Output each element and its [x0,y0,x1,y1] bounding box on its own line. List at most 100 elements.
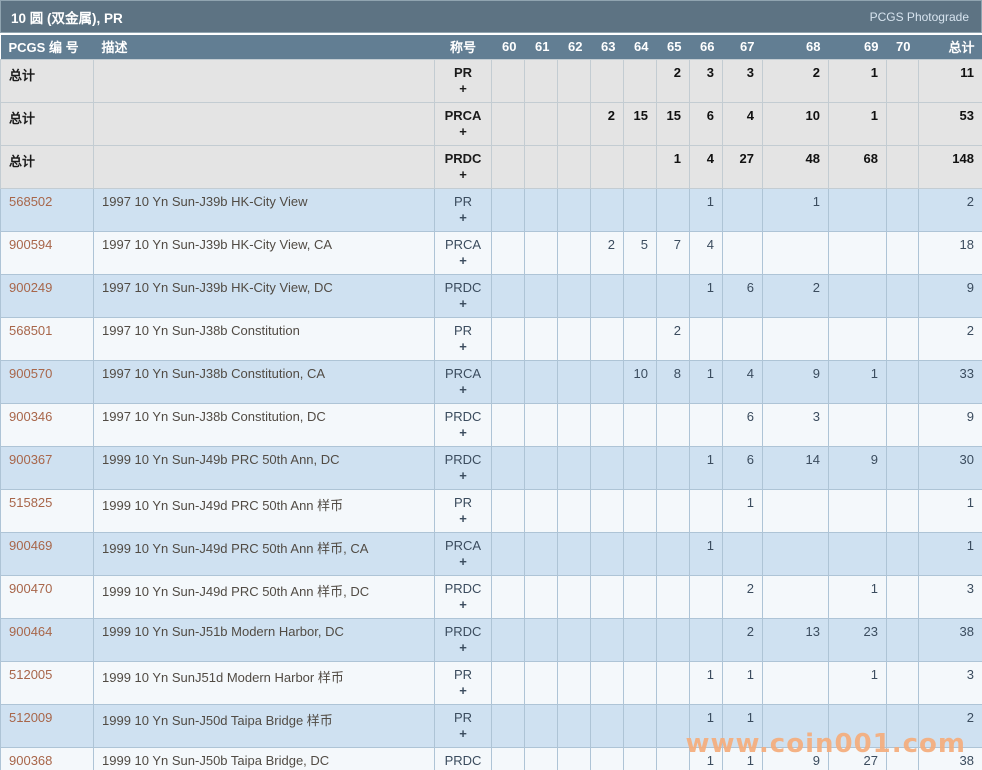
grade-cell-70 [887,747,919,770]
grade-cell-66 [690,317,723,360]
designation-label: PR [443,194,483,210]
pcgs-number-link[interactable]: 900470 [9,581,52,596]
grade-cell-66: 1 [690,274,723,317]
grade-cell-66: 1 [690,661,723,704]
grade-cell-70 [887,532,919,575]
title-bar: 10 圆 (双金属), PR PCGS Photograde [0,0,982,33]
grade-cell-65 [657,188,690,231]
description-cell: 1999 10 Yn Sun-J51b Modern Harbor, DC [94,618,435,661]
designation-label: PRCA [443,108,483,124]
grade-cell-64 [624,704,657,747]
row-total-cell: 1 [919,489,982,532]
designation-cell: PR+ [435,704,492,747]
table-row: 900346 1997 10 Yn Sun-J38b Constitution, … [1,403,982,446]
designation-label: PRCA [443,538,483,554]
grade-cell-65 [657,661,690,704]
pcgs-number-cell: 900464 [1,618,94,661]
grade-cell-66 [690,575,723,618]
grade-cell-70 [887,317,919,360]
pcgs-number-link[interactable]: 568502 [9,194,52,209]
grade-cell-69: 68 [829,145,887,188]
page-title: 10 圆 (双金属), PR [11,7,123,27]
designation-label: PRCA [443,237,483,253]
grade-cell-62 [558,231,591,274]
pcgs-number-link[interactable]: 900368 [9,753,52,768]
grade-cell-64 [624,59,657,102]
grade-cell-62 [558,575,591,618]
grade-cell-67: 4 [723,360,763,403]
description-cell: 1997 10 Yn Sun-J38b Constitution [94,317,435,360]
description-cell: 1997 10 Yn Sun-J38b Constitution, DC [94,403,435,446]
pcgs-number-cell: 568501 [1,317,94,360]
grade-cell-60 [492,618,525,661]
row-total-cell: 11 [919,59,982,102]
pcgs-number-link[interactable]: 515825 [9,495,52,510]
grade-cell-66: 1 [690,704,723,747]
grade-cell-61 [525,618,558,661]
designation-label: PR [443,323,483,339]
grade-cell-68: 13 [763,618,829,661]
grade-cell-67: 2 [723,575,763,618]
pcgs-number-link[interactable]: 900469 [9,538,52,553]
pcgs-number-cell: 515825 [1,489,94,532]
designation-label: PRCA [443,366,483,382]
pcgs-number-link[interactable]: 900464 [9,624,52,639]
designation-label: PRDC [443,581,483,597]
total-row: 总计PRDC+14274868148 [1,145,982,188]
grade-cell-63 [591,661,624,704]
grade-cell-70 [887,618,919,661]
grade-cell-61 [525,532,558,575]
column-header-65: 65 [657,35,690,59]
grade-cell-63 [591,274,624,317]
pcgs-number-link[interactable]: 900594 [9,237,52,252]
grade-cell-63 [591,403,624,446]
designation-plus: + [443,511,483,527]
designation-cell: PRDC+ [435,446,492,489]
grade-cell-64 [624,188,657,231]
grade-cell-61 [525,446,558,489]
total-label-cell: 总计 [1,145,94,188]
grade-cell-60 [492,704,525,747]
pcgs-number-link[interactable]: 512005 [9,667,52,682]
pcgs-number-link[interactable]: 568501 [9,323,52,338]
table-row: 9004701999 10 Yn Sun-J49d PRC 50th Ann 样… [1,575,982,618]
grade-cell-68: 9 [763,747,829,770]
pcgs-number-link[interactable]: 900367 [9,452,52,467]
grade-cell-66: 1 [690,446,723,489]
population-table: PCGS 编 号描述称号6061626364656667686970总计 总计P… [0,35,982,770]
grade-cell-62 [558,704,591,747]
grade-cell-60 [492,403,525,446]
pcgs-number-link[interactable]: 900249 [9,280,52,295]
designation-label: PRDC [443,409,483,425]
designation-label: PR [443,667,483,683]
row-total-cell: 18 [919,231,982,274]
designation-label: PRDC [443,280,483,296]
total-row: 总计PRCA+215156410153 [1,102,982,145]
designation-label: PRDC [443,151,483,167]
column-header-62: 62 [558,35,591,59]
column-header-63: 63 [591,35,624,59]
pcgs-number-link[interactable]: 512009 [9,710,52,725]
designation-cell: PRCA+ [435,102,492,145]
column-header-68: 68 [763,35,829,59]
row-total-cell: 53 [919,102,982,145]
grade-cell-66: 1 [690,360,723,403]
column-header-desc: 描述 [94,35,435,59]
photograde-link[interactable]: PCGS Photograde [870,10,969,24]
grade-cell-63 [591,532,624,575]
grade-cell-70 [887,231,919,274]
row-total-cell: 3 [919,575,982,618]
pcgs-number-link[interactable]: 900570 [9,366,52,381]
grade-cell-60 [492,188,525,231]
grade-cell-70 [887,188,919,231]
grade-cell-64 [624,747,657,770]
grade-cell-68: 48 [763,145,829,188]
description-cell: 1997 10 Yn Sun-J39b HK-City View, DC [94,274,435,317]
grade-cell-63 [591,489,624,532]
row-total-cell: 9 [919,403,982,446]
grade-cell-65: 2 [657,317,690,360]
designation-cell: PRDC+ [435,145,492,188]
column-header-69: 69 [829,35,887,59]
pcgs-number-link[interactable]: 900346 [9,409,52,424]
grade-cell-60 [492,317,525,360]
